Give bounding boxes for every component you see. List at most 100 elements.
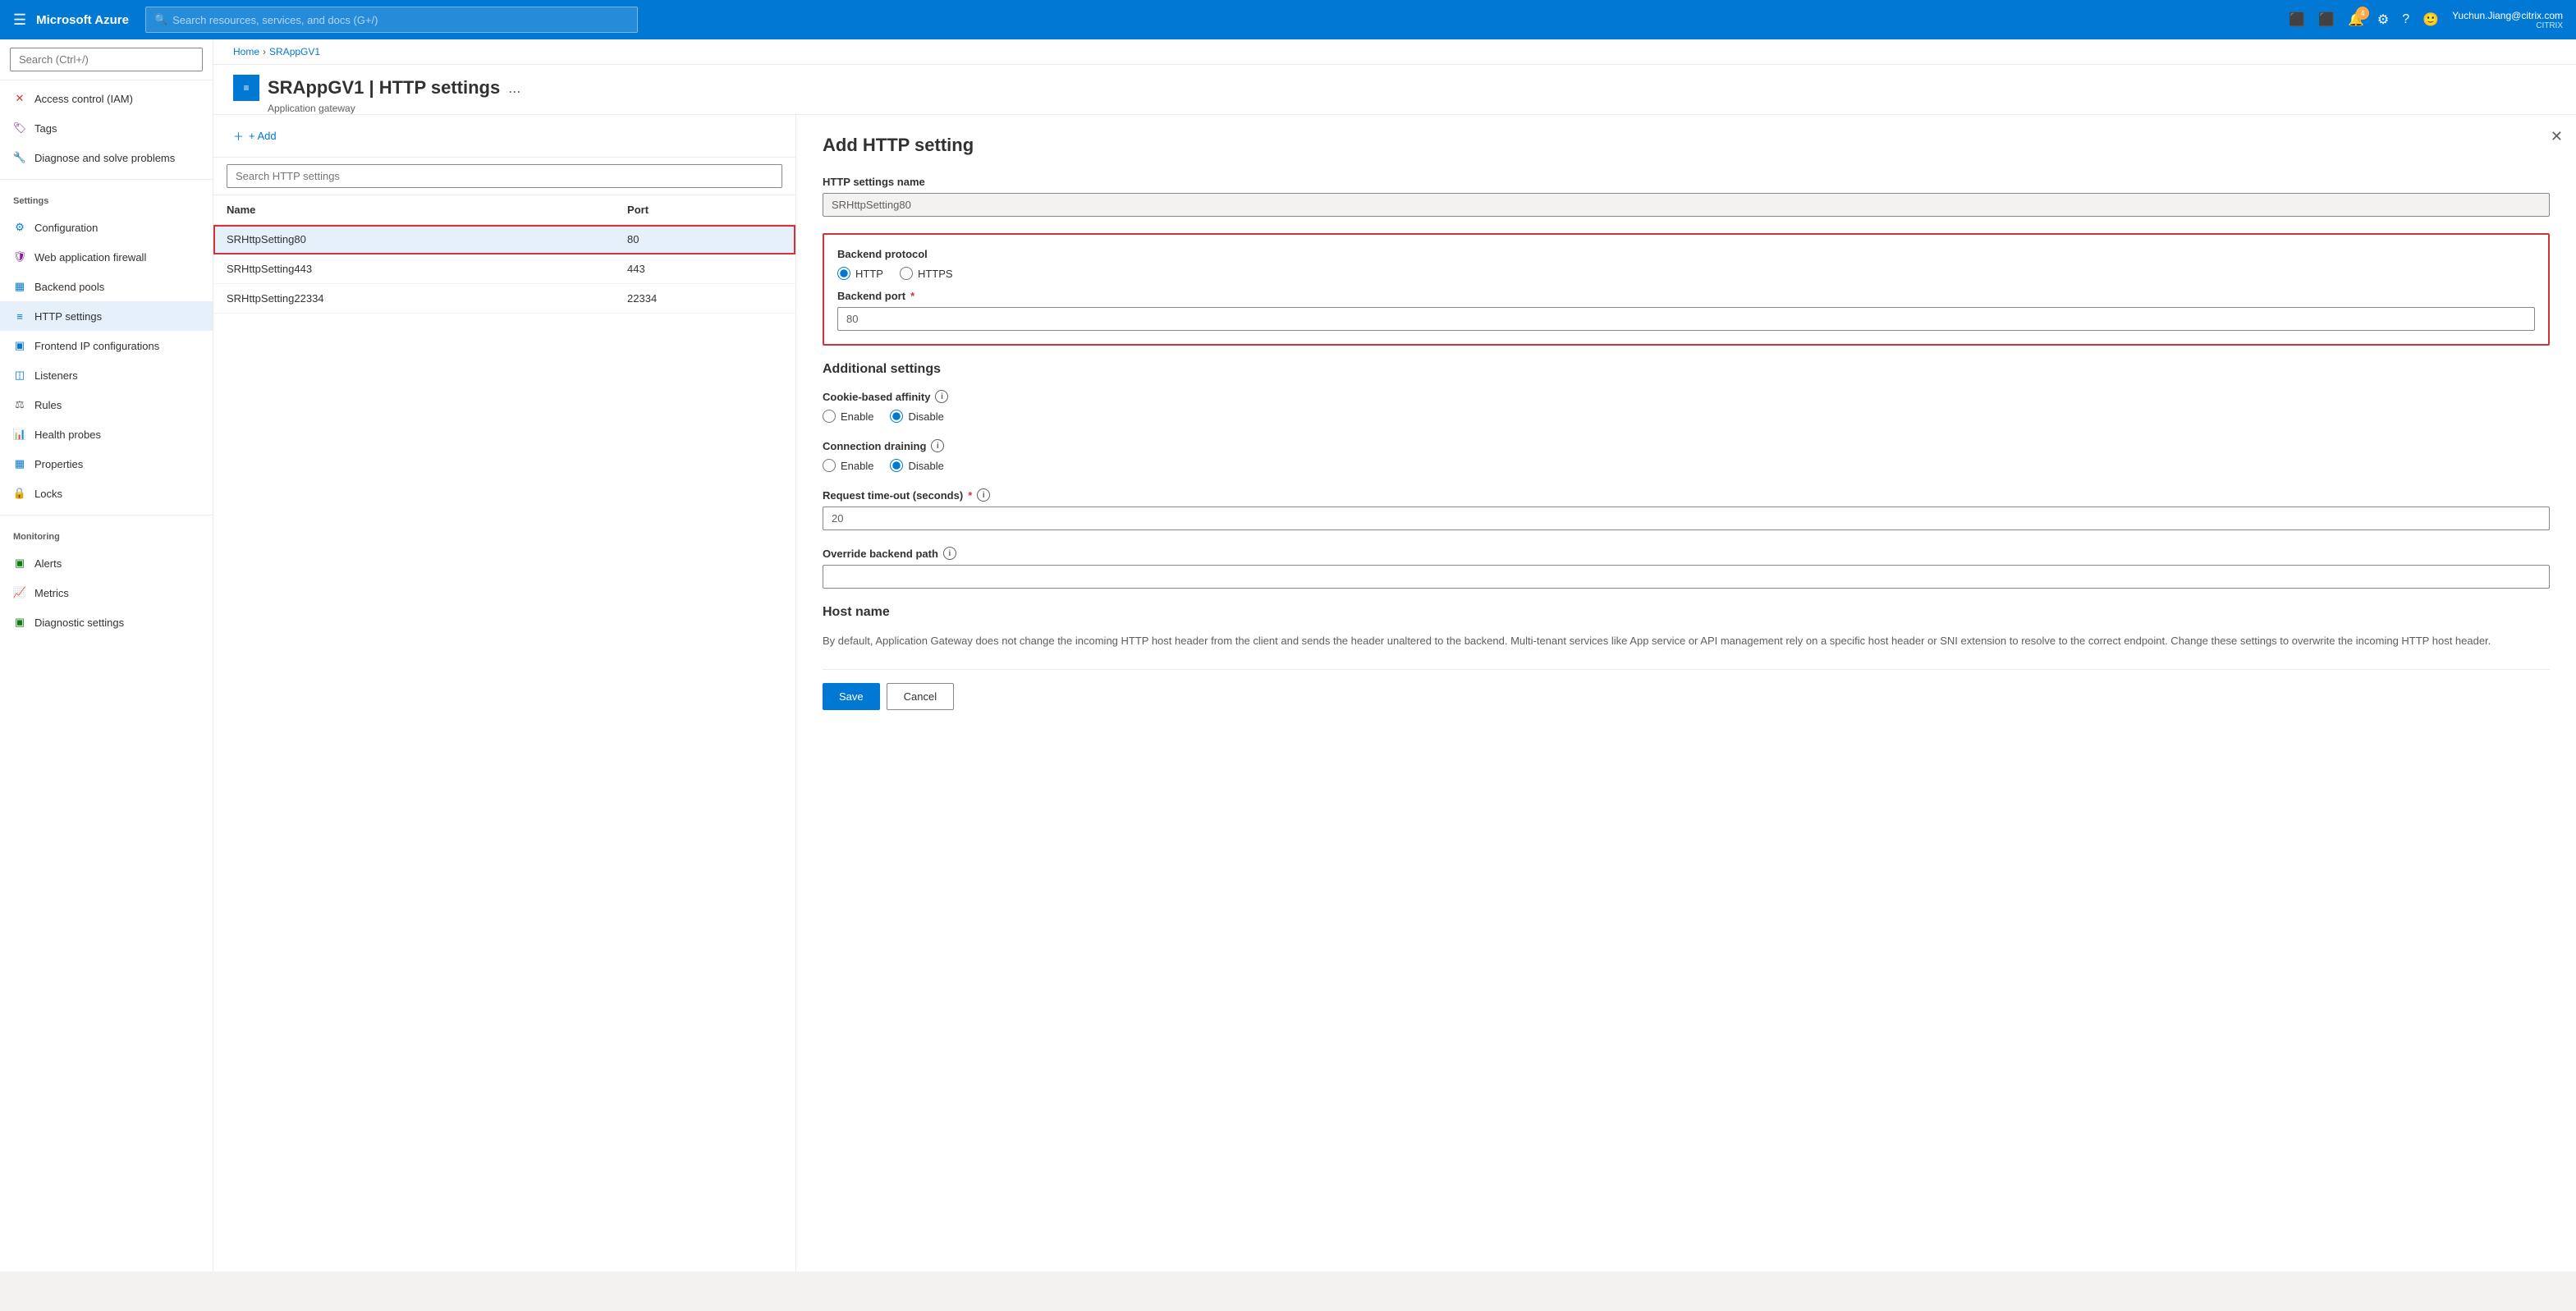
tags-icon: 🏷 [13,121,26,135]
user-company: CITRIX [2452,21,2563,30]
sidebar-item-tags[interactable]: 🏷 Tags [0,113,213,143]
add-icon: ＋ [233,128,244,144]
sidebar-item-rules[interactable]: ⚖ Rules [0,390,213,419]
protocol-https-radio[interactable] [900,267,913,280]
sidebar-item-configuration[interactable]: ⚙ Configuration [0,213,213,242]
override-path-input[interactable] [823,565,2550,589]
sidebar-item-label-health: Health probes [34,429,101,441]
sidebar-item-properties[interactable]: ▦ Properties [0,449,213,479]
row-name-1: SRHttpSetting80 [213,225,614,254]
sidebar-monitoring-items: ▣ Alerts 📈 Metrics ▣ Diagnostic settings [0,545,213,640]
request-timeout-input[interactable] [823,507,2550,530]
main-split: ＋ + Add Name Port [213,115,2576,1272]
sidebar-item-diagnostic[interactable]: ▣ Diagnostic settings [0,607,213,637]
protocol-https-option[interactable]: HTTPS [900,267,953,280]
host-name-description: By default, Application Gateway does not… [823,633,2550,649]
more-options-btn[interactable]: ... [508,80,520,97]
panel-search [213,158,795,195]
user-name: Yuchun.Jiang@citrix.com [2452,10,2563,21]
protocol-radio-group: HTTP HTTPS [837,267,2535,280]
user-profile[interactable]: Yuchun.Jiang@citrix.com CITRIX [2452,10,2563,30]
cancel-button[interactable]: Cancel [887,683,954,710]
http-settings-table: Name Port SRHttpSetting80 80 SRHttpSetti… [213,195,795,314]
backend-port-input[interactable] [837,307,2535,331]
sidebar-item-locks[interactable]: 🔒 Locks [0,479,213,508]
page-icon: ≡ [233,75,259,101]
form-title: Add HTTP setting [823,135,2550,156]
connection-draining-info-icon[interactable]: i [931,439,944,452]
sidebar-item-label-access: Access control (IAM) [34,93,133,105]
sidebar-item-waf[interactable]: 🛡 Web application firewall [0,242,213,272]
content-area: Home › SRAppGV1 ≡ SRAppGV1 | HTTP settin… [213,39,2576,1272]
sidebar-item-label-listeners: Listeners [34,369,78,382]
hamburger-menu[interactable]: ☰ [13,11,26,29]
notification-icon[interactable]: 🔔 4 [2348,11,2364,28]
global-search-bar[interactable]: 🔍 Search resources, services, and docs (… [145,7,638,33]
connection-draining-label: Connection draining i [823,439,2550,452]
draining-enable-radio[interactable] [823,459,836,472]
page-subtitle: Application gateway [233,103,520,114]
sidebar-item-access-control[interactable]: ✕ Access control (IAM) [0,84,213,113]
portal-icon[interactable]: ⬛ [2289,11,2305,28]
cookie-enable-option[interactable]: Enable [823,410,873,423]
sidebar-item-diagnose[interactable]: 🔧 Diagnose and solve problems [0,143,213,172]
waf-icon: 🛡 [13,250,26,264]
cookie-affinity-info-icon[interactable]: i [935,390,948,403]
cookie-enable-radio[interactable] [823,410,836,423]
sidebar-item-label-http: HTTP settings [34,310,102,323]
draining-enable-option[interactable]: Enable [823,459,873,472]
protocol-http-label: HTTP [855,268,883,280]
table-row[interactable]: SRHttpSetting443 443 [213,254,795,284]
diagnose-icon: 🔧 [13,151,26,164]
http-settings-name-input[interactable] [823,193,2550,217]
sidebar-item-label-waf: Web application firewall [34,251,146,264]
override-path-label: Override backend path i [823,547,2550,560]
help-icon[interactable]: ? [2402,12,2409,27]
save-button[interactable]: Save [823,683,880,710]
cookie-radio-group: Enable Disable [823,410,2550,423]
frontend-ip-icon: ▣ [13,339,26,352]
sidebar-item-listeners[interactable]: ◫ Listeners [0,360,213,390]
sidebar-item-alerts[interactable]: ▣ Alerts [0,548,213,578]
protocol-http-option[interactable]: HTTP [837,267,883,280]
cloud-shell-icon[interactable]: ⬛ [2318,11,2335,28]
table-row[interactable]: SRHttpSetting80 80 [213,225,795,254]
http-settings-name-group: HTTP settings name [823,176,2550,217]
settings-icon[interactable]: ⚙ [2377,11,2389,28]
sidebar-settings-items: ⚙ Configuration 🛡 Web application firewa… [0,209,213,511]
draining-disable-radio[interactable] [890,459,903,472]
panel-close-button[interactable]: ✕ [2551,128,2563,145]
override-path-info-icon[interactable]: i [943,547,956,560]
table-search-input[interactable] [227,164,782,188]
access-control-icon: ✕ [13,92,26,105]
request-timeout-info-icon[interactable]: i [977,488,990,502]
properties-icon: ▦ [13,457,26,470]
add-button[interactable]: ＋ + Add [227,125,283,147]
backend-settings-box: Backend protocol HTTP HTTPS [823,233,2550,346]
top-nav: ☰ Microsoft Azure 🔍 Search resources, se… [0,0,2576,39]
search-placeholder: Search resources, services, and docs (G+… [172,14,378,26]
sidebar-item-label-tags: Tags [34,122,57,135]
feedback-icon[interactable]: 🙂 [2422,11,2439,28]
left-panel: ＋ + Add Name Port [213,115,796,1272]
row-port-2: 443 [614,254,795,284]
sidebar-item-http-settings[interactable]: ≡ HTTP settings [0,301,213,331]
sidebar-item-metrics[interactable]: 📈 Metrics [0,578,213,607]
col-name: Name [213,195,614,225]
cookie-enable-label: Enable [841,410,873,423]
table-row[interactable]: SRHttpSetting22334 22334 [213,284,795,314]
page-header: ≡ SRAppGV1 | HTTP settings ... Applicati… [213,65,2576,115]
sidebar-item-health-probes[interactable]: 📊 Health probes [0,419,213,449]
sidebar-item-frontend-ip[interactable]: ▣ Frontend IP configurations [0,331,213,360]
sidebar-item-backend-pools[interactable]: ▦ Backend pools [0,272,213,301]
draining-disable-option[interactable]: Disable [890,459,943,472]
sidebar-item-label-properties: Properties [34,458,83,470]
protocol-http-radio[interactable] [837,267,850,280]
breadcrumb-resource[interactable]: SRAppGV1 [269,46,320,57]
cookie-affinity-group: Cookie-based affinity i Enable Disable [823,390,2550,423]
table-container: Name Port SRHttpSetting80 80 SRHttpSetti… [213,195,795,1272]
sidebar-search-input[interactable] [10,48,203,71]
cookie-disable-option[interactable]: Disable [890,410,943,423]
cookie-disable-radio[interactable] [890,410,903,423]
breadcrumb-home[interactable]: Home [233,46,259,57]
